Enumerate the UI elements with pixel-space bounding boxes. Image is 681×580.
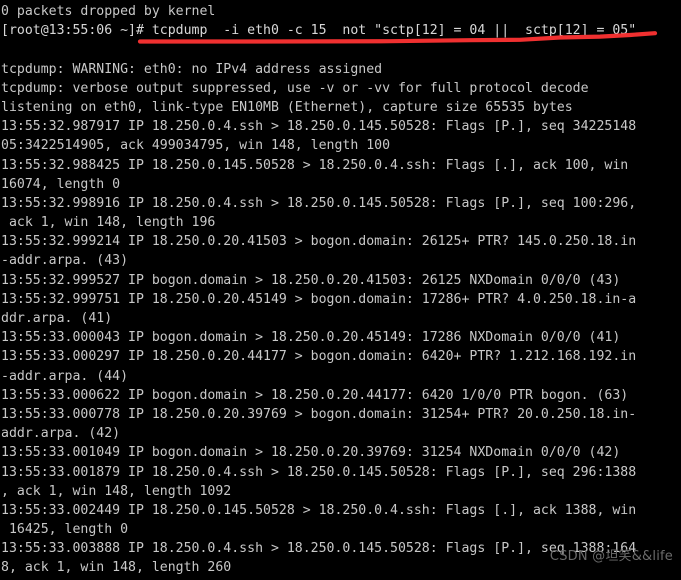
terminal-output-line: 13:55:33.000622 IP bogon.domain > 18.250… xyxy=(1,387,629,403)
terminal-prompt-line: [root@13:55:06 ~]# tcpdump -i eth0 -c 15… xyxy=(1,23,637,39)
terminal-output-area[interactable]: 0 packets dropped by kernel [root@13:55:0… xyxy=(0,0,681,580)
terminal-output-line: 13:55:32.988425 IP 18.250.0.145.50528 > … xyxy=(1,157,629,173)
terminal-output-line: 13:55:32.999214 IP 18.250.0.20.41503 > b… xyxy=(1,234,637,250)
terminal-output-line: -addr.arpa. (43) xyxy=(1,253,129,269)
terminal-output-line: 13:55:32.998916 IP 18.250.0.4.ssh > 18.2… xyxy=(1,195,637,211)
terminal-output-line: ddr.arpa. (41) xyxy=(1,311,113,326)
terminal-output-line: addr.arpa. (42) xyxy=(1,426,121,442)
terminal-output-line: 13:55:33.000043 IP bogon.domain > 18.250… xyxy=(1,330,621,346)
terminal-output-line: listening on eth0, link-type EN10MB (Eth… xyxy=(1,99,573,115)
terminal-output-line: 05:3422514905, ack 499034795, win 148, l… xyxy=(1,138,391,154)
terminal-output-line: 13:55:33.001049 IP bogon.domain > 18.250… xyxy=(1,445,621,461)
terminal-output-line: 16074, length 0 xyxy=(1,176,121,192)
terminal-output-line: tcpdump: verbose output suppressed, use … xyxy=(1,80,589,96)
csdn-watermark: CSDN @坦笑&&life xyxy=(549,549,673,564)
terminal-output-line: -addr.arpa. (44) xyxy=(1,368,129,384)
terminal-output-line: 13:55:32.999527 IP bogon.domain > 18.250… xyxy=(1,272,621,288)
terminal-output-line: 13:55:32.999751 IP 18.250.0.20.45149 > b… xyxy=(1,291,637,307)
terminal-output-line: 13:55:33.000297 IP 18.250.0.20.44177 > b… xyxy=(1,349,637,365)
terminal-output-line: ack 1, win 148, length 196 xyxy=(1,215,216,231)
terminal-output-line: 13:55:32.987917 IP 18.250.0.4.ssh > 18.2… xyxy=(1,119,637,135)
terminal-output-line: tcpdump: WARNING: eth0: no IPv4 address … xyxy=(1,61,383,77)
terminal-output-line: 0 packets dropped by kernel xyxy=(1,4,216,19)
terminal-output-line: , ack 1, win 148, length 1092 xyxy=(1,483,232,499)
terminal-output-line: 13:55:33.002449 IP 18.250.0.145.50528 > … xyxy=(1,502,637,518)
terminal-window[interactable]: 0 packets dropped by kernel [root@13:55:0… xyxy=(0,0,681,580)
terminal-output-line: 13:55:33.001879 IP 18.250.0.4.ssh > 18.2… xyxy=(1,464,637,480)
terminal-output-line: 13:55:33.000778 IP 18.250.0.20.39769 > b… xyxy=(1,406,637,422)
terminal-output-line: 16425, length 0 xyxy=(1,522,129,538)
